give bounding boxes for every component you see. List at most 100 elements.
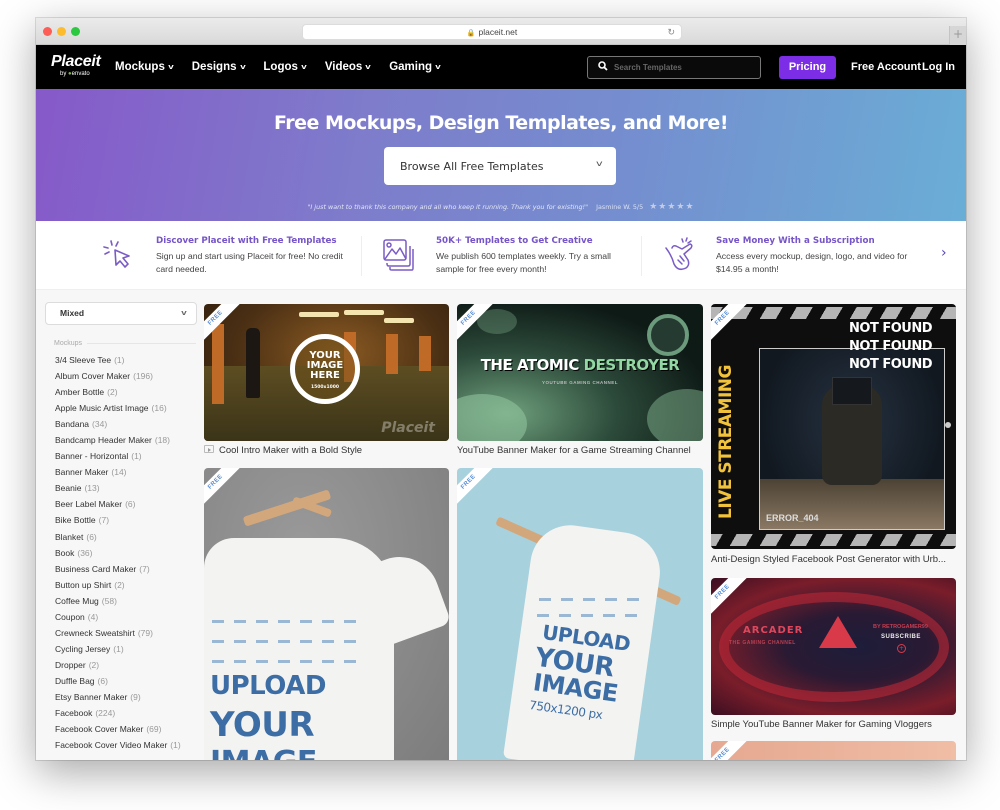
category-count: (1) [113,643,124,654]
category-item[interactable]: Crewneck Sweatshirt (79) [55,625,181,641]
maximize-window-button[interactable] [71,27,80,36]
thumb-splat [457,394,527,441]
category-item[interactable]: Banner Maker (14) [55,464,181,480]
category-item[interactable]: 3/4 Sleeve Tee (1) [55,352,181,368]
category-item[interactable]: Facebook Cover Maker (69) [55,721,181,737]
reload-icon[interactable]: ↻ [667,25,675,39]
category-item[interactable]: Coffee Mug (58) [55,593,181,609]
template-title[interactable]: YouTube Banner Maker for a Game Streamin… [457,445,691,456]
thumb-text: NOT FOUND [849,339,932,354]
nav-item-designs[interactable]: Designs v [192,61,245,73]
template-title-text: Cool Intro Maker with a Bold Style [219,445,363,456]
category-item[interactable]: Bike Bottle (7) [55,512,181,528]
category-item[interactable]: Business Card Maker (7) [55,561,181,577]
category-count: (1) [170,740,181,751]
star-rating-icon: ★★★★★ [649,202,695,212]
placeit-logo[interactable]: Placeit by ●envato [51,54,101,78]
category-item[interactable]: Beanie (13) [55,480,181,496]
feature-title: Discover Placeit with Free Templates [156,236,337,246]
search-box [587,56,761,79]
nav-item-mockups[interactable]: Mockups v [115,61,174,73]
template-thumbnail[interactable]: YOUR IMAGE HERE 1500x1000 Placeit FREE [204,304,449,441]
category-item[interactable]: Etsy Banner Maker (9) [55,689,181,705]
login-link[interactable]: Log In [922,61,955,73]
category-count: (7) [139,563,150,574]
chevron-down-icon: v [365,63,371,71]
category-name: Bandcamp Header Maker [55,435,152,446]
free-account-link[interactable]: Free Account [851,61,921,73]
category-count: (14) [111,467,127,478]
thumb-pillar [386,334,398,374]
template-thumbnail[interactable]: ARCADER THE GAMING CHANNEL BY RETROGAMER… [711,578,956,715]
lock-icon: 🔒 [466,30,476,37]
category-item[interactable]: Dropper (2) [55,657,181,673]
template-title[interactable]: Anti-Design Styled Facebook Post Generat… [711,554,946,565]
nav-item-label: Gaming [389,61,433,73]
category-item[interactable]: Button up Shirt (2) [55,577,181,593]
feature-divider [361,236,362,276]
category-item[interactable]: Album Cover Maker (196) [55,368,181,384]
nav-item-label: Designs [191,61,237,73]
browser-window: 🔒 placeit.net ↻ + Placeit by ●envato Mock… [36,18,966,760]
nav-item-logos[interactable]: Logos v [263,61,306,73]
category-count: (2) [107,387,118,398]
category-item[interactable]: Duffle Bag (6) [55,673,181,689]
template-title[interactable]: Simple YouTube Banner Maker for Gaming V… [711,719,932,730]
new-tab-button[interactable]: + [949,26,966,45]
template-title[interactable]: Cool Intro Maker with a Bold Style [204,445,362,456]
category-item[interactable]: Amber Bottle (2) [55,384,181,400]
thumb-text: BY RETROGAMER99 [873,624,928,630]
category-item[interactable]: Bandana (34) [55,416,181,432]
close-window-button[interactable] [43,27,52,36]
nav-item-videos[interactable]: Videos v [325,61,371,73]
category-name: Dropper [55,659,86,670]
category-item[interactable]: Blanket (6) [55,529,181,545]
category-name: Cycling Jersey [55,643,111,654]
browse-templates-dropdown[interactable]: Browse All Free Templates v [384,147,616,185]
category-item[interactable]: Coupon (4) [55,609,181,625]
hero-banner: Free Mockups, Design Templates, and More… [36,89,966,221]
category-count: (7) [98,515,110,526]
feature-description: Access every mockup, design, logo, and v… [716,251,908,274]
category-item[interactable]: Facebook (224) [55,705,181,721]
browse-templates-label: Browse All Free Templates [400,159,544,173]
category-item[interactable]: Facebook Cover Video Maker (1) [55,737,181,753]
address-bar[interactable]: 🔒 placeit.net ↻ [302,24,682,40]
thumb-text: IMAGE [210,748,317,761]
minimize-window-button[interactable] [57,27,66,36]
thumb-gatling-gun [647,314,689,356]
category-item[interactable]: Banner - Horizontal (1) [55,448,181,464]
category-item[interactable]: Beer Label Maker (6) [55,496,181,512]
category-name: Beer Label Maker [55,499,123,510]
nav-item-gaming[interactable]: Gaming v [389,61,441,73]
category-name: Amber Bottle [55,387,105,398]
sort-filter-select[interactable]: Mixed v [45,302,197,325]
search-icon[interactable] [598,61,614,74]
category-name: Coffee Mug [55,595,99,606]
thumb-splat [647,389,703,441]
thumb-dash-line [539,598,649,601]
pricing-button[interactable]: Pricing [779,56,836,79]
feature-description: We publish 600 templates weekly. Try a s… [436,251,611,274]
category-item[interactable]: Cycling Jersey (1) [55,641,181,657]
category-sidebar: Mixed v Mockups 3/4 Sleeve Tee (1) Album C… [36,290,204,760]
search-input[interactable] [614,63,754,72]
category-item[interactable]: Bandcamp Header Maker (18) [55,432,181,448]
chevron-right-icon[interactable]: › [941,245,947,261]
template-thumbnail[interactable]: THE ATOMIC DESTROYER YOUTUBE GAMING CHAN… [457,304,703,441]
category-item[interactable]: Apple Music Artist Image (16) [55,400,181,416]
thumb-dash-line [537,614,647,617]
free-badge: FREE [457,468,495,509]
category-name: Etsy Banner Maker [55,691,128,702]
category-item[interactable]: Book (36) [55,545,181,561]
template-thumbnail[interactable]: ERROR_404 NOT FOUND NOT FOUND NOT FOUND … [711,304,956,549]
free-badge: FREE [711,741,749,760]
template-thumbnail[interactable]: UPLOAD YOUR IMAGE FREE [204,468,449,760]
chevron-down-icon: v [239,63,246,71]
template-thumbnail[interactable]: FREE [711,741,956,760]
category-name: Banner - Horizontal [55,451,129,462]
category-name: Banner Maker [55,467,109,478]
category-name: 3/4 Sleeve Tee [55,355,112,365]
testimonial-author: Jasmine W. 5/5 [596,203,644,211]
template-thumbnail[interactable]: UPLOAD YOUR IMAGE 750x1200 px FREE [457,468,703,760]
